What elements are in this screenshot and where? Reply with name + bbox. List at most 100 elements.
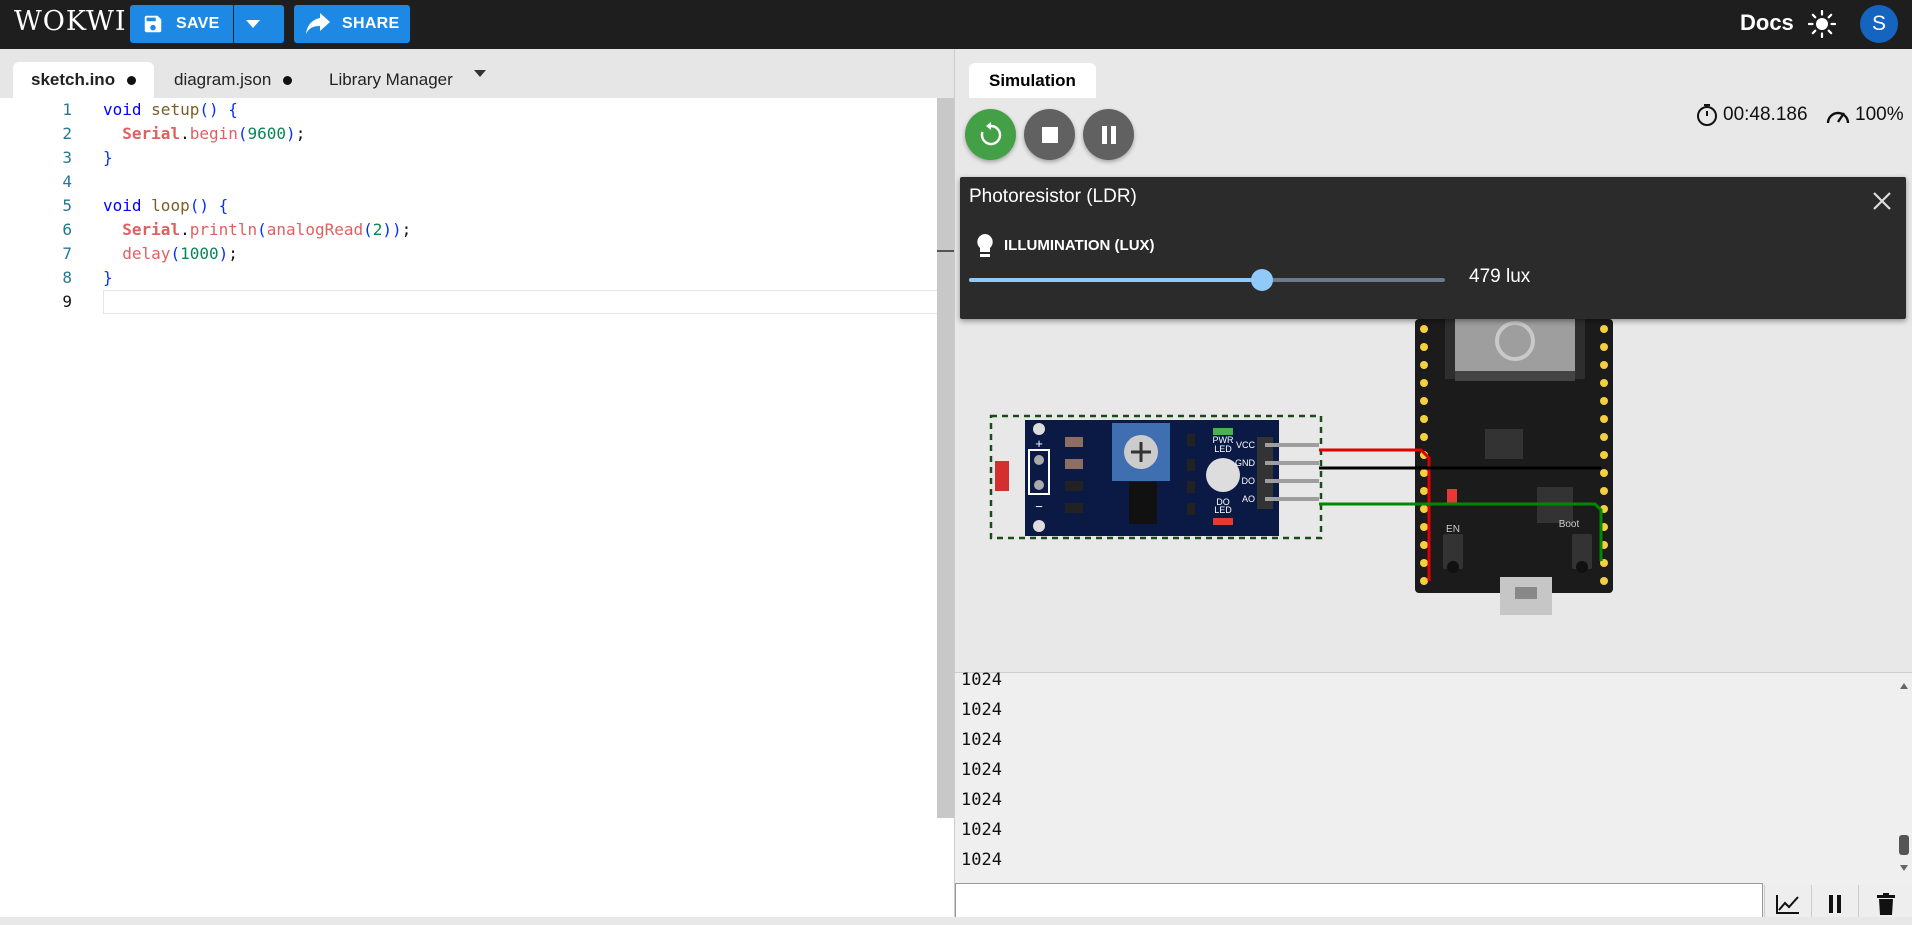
code-editor[interactable]: 1 void setup() { 2 Serial.begin(9600); 3… (0, 98, 954, 925)
pause-icon (1828, 895, 1841, 913)
wire-vcc[interactable] (1319, 448, 1431, 581)
dropdown-icon (246, 20, 260, 28)
pwr-led-label-2: LED (1214, 444, 1232, 454)
tab-library-manager[interactable]: Library Manager (311, 62, 471, 98)
pause-button[interactable] (1083, 109, 1134, 160)
pin-gnd-label: GND (1235, 458, 1256, 468)
tab-label: sketch.ino (31, 70, 116, 89)
tab-label: Library Manager (329, 70, 453, 89)
tab-sketch-ino[interactable]: sketch.ino (13, 62, 155, 98)
unsaved-dot (127, 75, 137, 85)
code-line[interactable]: 8 } (0, 266, 954, 290)
popup-title: Photoresistor (LDR) (969, 186, 1137, 207)
tabs-menu-chevron-down-icon[interactable] (474, 70, 486, 77)
share-icon (306, 13, 330, 34)
ldr-module[interactable]: + − PWR LED DO LED VCC GND DO AO (989, 414, 1323, 540)
line-number: 8 (62, 268, 72, 287)
top-bar: WOKWI SAVE SHARE Docs S (0, 0, 1912, 49)
line-number: 6 (62, 220, 72, 239)
line-number: 2 (62, 124, 72, 143)
speed-value: 100% (1855, 104, 1904, 125)
stop-icon (1041, 126, 1058, 143)
timer-icon (1697, 104, 1717, 126)
save-button[interactable]: SAVE (130, 5, 233, 43)
line-number: 7 (62, 244, 72, 263)
circuit-canvas[interactable]: EN Boot + − PWR LED DO LED VCC GND DO AO (955, 319, 1912, 672)
pin-vcc-label: VCC (1236, 440, 1256, 450)
do-led-label-2: LED (1214, 505, 1232, 515)
simulation-speed: 100% (1825, 103, 1904, 127)
share-label: SHARE (342, 15, 400, 32)
code-text: } (103, 268, 113, 287)
serial-line: 1024 (961, 670, 1002, 690)
theme-sun-icon[interactable] (1807, 9, 1837, 43)
code-line[interactable]: 7 delay(1000); (0, 242, 954, 266)
illumination-slider[interactable] (969, 269, 1445, 291)
wokwi-logo[interactable]: WOKWI (14, 6, 127, 37)
simulation-pane: Simulation 00:48.186 100% EN Boot + − PW… (954, 49, 1912, 925)
save-label: SAVE (176, 15, 220, 32)
timer-value: 00:48.186 (1723, 104, 1808, 125)
minus-label: − (1035, 499, 1043, 514)
slider-fill (969, 278, 1262, 282)
code-line[interactable]: 5 void loop() { (0, 194, 954, 218)
code-line[interactable]: 1 void setup() { (0, 98, 954, 122)
serial-scrollbar[interactable] (1895, 673, 1912, 883)
user-avatar[interactable]: S (1860, 5, 1898, 43)
code-text: delay(1000); (122, 244, 238, 263)
boot-label: Boot (1559, 519, 1580, 530)
trash-icon (1877, 893, 1895, 915)
illumination-label: ILLUMINATION (LUX) (1004, 237, 1155, 254)
code-text: Serial.println(analogRead(2)); (122, 220, 412, 239)
serial-line: 1024 (961, 820, 1002, 840)
code-text: Serial.begin(9600); (122, 124, 306, 143)
speed-icon (1826, 111, 1850, 124)
code-line[interactable]: 2 Serial.begin(9600); (0, 122, 954, 146)
serial-line: 1024 (961, 790, 1002, 810)
tab-simulation[interactable]: Simulation (969, 63, 1096, 98)
serial-monitor: 1024 1024 1024 1024 1024 1024 1024 (955, 670, 1912, 925)
pin-ao-label: AO (1242, 494, 1255, 504)
code-text: void setup() { (103, 100, 238, 119)
code-line[interactable]: 6 Serial.println(analogRead(2)); (0, 218, 954, 242)
serial-line: 1024 (961, 700, 1002, 720)
tab-diagram-json[interactable]: diagram.json (156, 62, 310, 98)
line-number: 4 (62, 172, 72, 191)
serial-line: 1024 (961, 850, 1002, 870)
pause-icon (1101, 125, 1116, 144)
illumination-value: 479 lux (1469, 266, 1531, 287)
save-options-button[interactable] (234, 5, 284, 43)
code-line[interactable]: 3 } (0, 146, 954, 170)
plotter-icon (1775, 895, 1799, 914)
scrollbar-cursor-marker (937, 250, 954, 252)
bulb-icon (974, 233, 996, 264)
restart-icon (980, 121, 1001, 145)
line-number: 1 (62, 100, 72, 119)
serial-line: 1024 (961, 760, 1002, 780)
editor-scrollbar[interactable] (937, 98, 954, 818)
unsaved-dot (283, 75, 293, 85)
docs-link[interactable]: Docs (1740, 10, 1794, 36)
share-button[interactable]: SHARE (294, 5, 410, 43)
pin-do-label: DO (1242, 476, 1256, 486)
stop-button[interactable] (1024, 109, 1075, 160)
line-number: 3 (62, 148, 72, 167)
photoresistor-popup: Photoresistor (LDR) ILLUMINATION (LUX) 4… (960, 177, 1906, 319)
serial-line: 1024 (961, 730, 1002, 750)
close-icon[interactable] (1872, 191, 1892, 216)
editor-tab-bar: sketch.ino diagram.json Library Manager (0, 49, 954, 98)
editor-pane: sketch.ino diagram.json Library Manager … (0, 49, 954, 925)
code-text: } (103, 148, 113, 167)
line-number: 9 (62, 292, 72, 311)
plus-label: + (1035, 436, 1043, 451)
code-line[interactable]: 9 (0, 290, 954, 314)
code-line[interactable]: 4 (0, 170, 954, 194)
save-icon (144, 15, 162, 33)
line-number: 5 (62, 196, 72, 215)
tab-label: diagram.json (174, 70, 272, 89)
code-text: void loop() { (103, 196, 229, 215)
restart-button[interactable] (965, 109, 1016, 160)
bottom-edge (0, 917, 1912, 925)
en-label: EN (1446, 524, 1460, 535)
slider-thumb[interactable] (1250, 269, 1273, 291)
